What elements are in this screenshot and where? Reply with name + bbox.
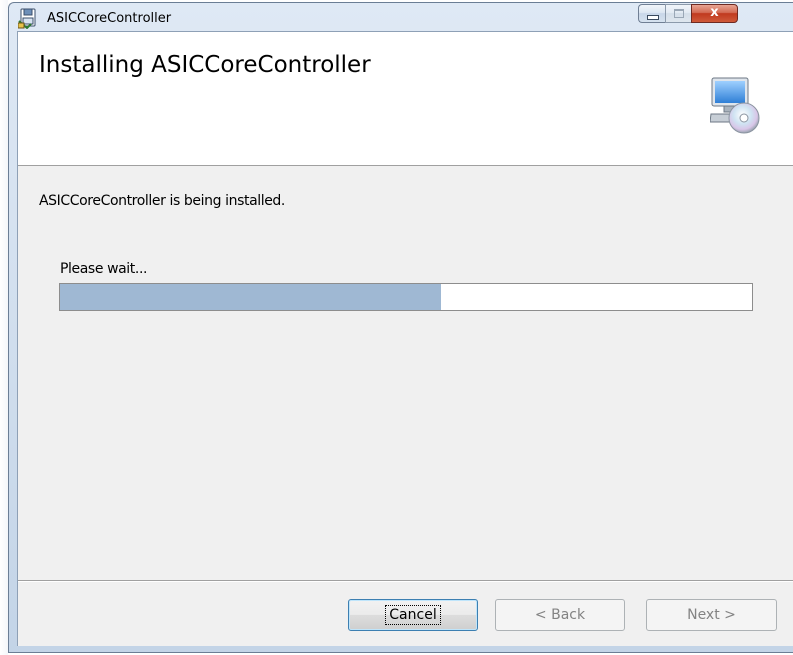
header-banner: Installing ASICCoreController xyxy=(18,32,793,166)
title-bar[interactable]: ASICCoreController x xyxy=(9,3,793,31)
close-button[interactable]: x xyxy=(691,4,738,23)
next-button: Next > xyxy=(646,599,777,631)
dialog-client-area: Installing ASICCoreController ASICCoreCo… xyxy=(17,31,793,646)
back-button: < Back xyxy=(495,599,625,631)
minimize-button[interactable] xyxy=(638,4,665,23)
install-status-text: ASICCoreController is being installed. xyxy=(39,193,285,209)
installer-icon xyxy=(17,7,40,30)
minimize-icon xyxy=(647,15,659,20)
please-wait-label: Please wait... xyxy=(60,261,148,277)
progress-fill xyxy=(60,284,441,310)
close-icon: x xyxy=(710,5,719,20)
computer-disc-icon xyxy=(709,76,760,148)
cancel-button-label: Cancel xyxy=(385,605,441,625)
page-title: Installing ASICCoreController xyxy=(39,52,371,78)
next-button-label: Next > xyxy=(687,607,736,623)
installer-window: ASICCoreController x Installing ASICCore… xyxy=(8,2,793,653)
maximize-button xyxy=(665,4,691,23)
back-button-label: < Back xyxy=(534,607,586,623)
footer-divider xyxy=(18,580,793,581)
maximize-icon xyxy=(674,9,684,18)
desktop-edge xyxy=(0,0,8,655)
window-title: ASICCoreController xyxy=(47,11,172,26)
install-progress-bar xyxy=(59,283,753,311)
cancel-button[interactable]: Cancel xyxy=(348,599,478,631)
